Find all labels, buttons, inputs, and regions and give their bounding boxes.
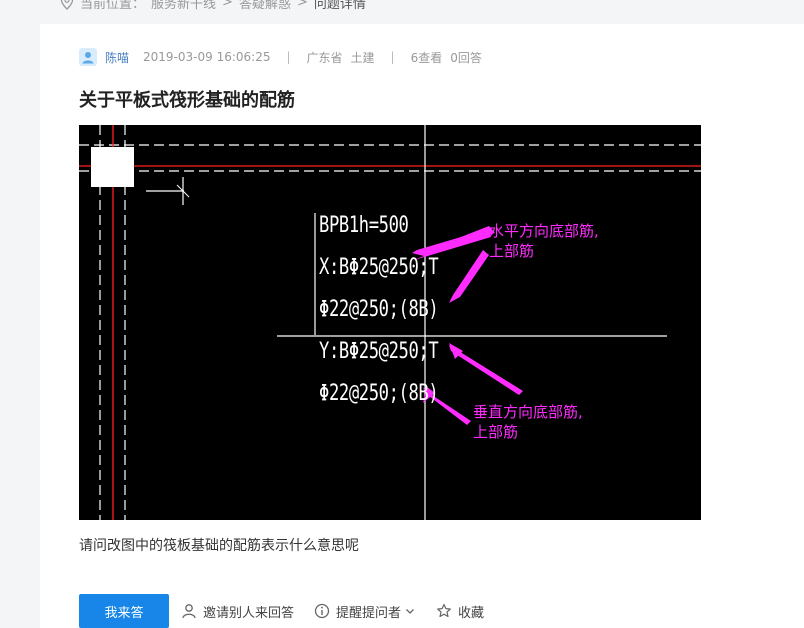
location-pin-icon xyxy=(60,0,74,10)
question-meta: 陈喵 2019-03-09 16:06:25 | 广东省 土建 | 6查看 0回… xyxy=(79,48,482,66)
breadcrumb: 当前位置： 服务新干线 > 答疑解惑 > 问题详情 xyxy=(60,0,366,12)
favorite-action[interactable]: 收藏 xyxy=(436,602,484,621)
meta-separator: | xyxy=(390,50,395,64)
view-count: 6查看 xyxy=(410,50,443,65)
annotation-vertical-line1: 垂直方向底部筋, xyxy=(473,403,583,421)
breadcrumb-label: 当前位置： xyxy=(80,0,146,12)
invite-action[interactable]: 邀请别人来回答 xyxy=(181,602,294,621)
user-icon xyxy=(182,604,196,619)
answer-button[interactable]: 我来答 xyxy=(79,594,169,628)
author-name[interactable]: 陈喵 xyxy=(105,49,129,66)
invite-label: 邀请别人来回答 xyxy=(203,605,295,621)
cad-label-y-bottom: Y:BΦ25@250;T xyxy=(319,339,439,364)
cad-label-x-bottom: X:BΦ25@250;T xyxy=(319,255,439,280)
breadcrumb-separator: > xyxy=(296,0,308,10)
cad-drawing xyxy=(79,125,701,520)
category: 土建 xyxy=(350,50,375,65)
breadcrumb-current: 问题详情 xyxy=(313,0,366,12)
question-card: 陈喵 2019-03-09 16:06:25 | 广东省 土建 | 6查看 0回… xyxy=(40,24,804,628)
favorite-label: 收藏 xyxy=(458,605,485,621)
user-avatar-icon xyxy=(82,52,94,64)
avatar[interactable] xyxy=(79,48,97,66)
annotation-horizontal-line2: 上部筋 xyxy=(489,242,535,260)
meta-separator: | xyxy=(286,50,291,64)
question-body: 请问改图中的筏板基础的配筋表示什么意思呢 xyxy=(79,538,359,554)
annotation-vertical-line2: 上部筋 xyxy=(473,423,519,441)
question-image[interactable]: BPB1h=500 X:BΦ25@250;T Φ22@250;(8B) Y:BΦ… xyxy=(79,125,701,520)
question-title: 关于平板式筏形基础的配筋 xyxy=(79,90,295,111)
post-datetime: 2019-03-09 16:06:25 xyxy=(143,50,271,64)
breadcrumb-link-qa[interactable]: 答疑解惑 xyxy=(239,0,291,12)
province: 广东省 xyxy=(306,50,343,65)
cad-label-y-top: Φ22@250;(8B) xyxy=(319,381,439,406)
chevron-down-icon xyxy=(406,609,414,614)
star-icon xyxy=(437,603,451,618)
cad-label-x-top: Φ22@250;(8B) xyxy=(319,297,439,322)
breadcrumb-link-service[interactable]: 服务新干线 xyxy=(151,0,216,12)
remind-action[interactable]: 提醒提问者 xyxy=(314,602,416,621)
annotation-horizontal-line1: 水平方向底部筋, xyxy=(489,222,599,240)
breadcrumb-separator: > xyxy=(222,0,233,10)
cad-label-bpb: BPB1h=500 xyxy=(319,213,409,238)
action-bar: 我来答 邀请别人来回答 提醒提问者 收藏 xyxy=(79,594,504,628)
remind-label: 提醒提问者 xyxy=(336,605,402,621)
answer-count: 0回答 xyxy=(450,50,482,65)
info-icon xyxy=(314,603,330,619)
